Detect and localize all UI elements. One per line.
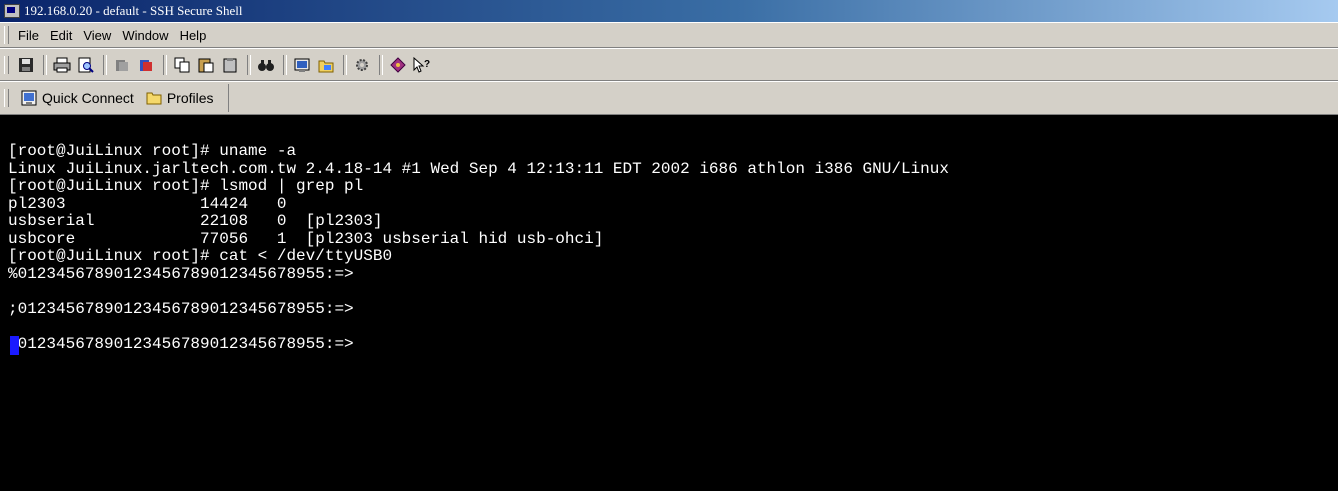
file-transfer-button[interactable] — [315, 54, 337, 76]
terminal-line: usbserial 22108 0 [pl2303] — [8, 212, 383, 230]
context-help-button[interactable]: ? — [411, 54, 433, 76]
terminal-line: ;0123456789012345678901234567895​5:=> — [8, 334, 354, 353]
folder-icon — [146, 92, 162, 105]
settings-icon — [356, 58, 368, 71]
toolbar-separator — [343, 54, 347, 75]
find-button[interactable] — [255, 54, 277, 76]
menu-view[interactable]: View — [80, 26, 119, 45]
disconnect-icon — [116, 59, 128, 71]
menu-bar-grip[interactable] — [4, 26, 9, 44]
connect-button[interactable] — [135, 54, 157, 76]
quickbar-grip[interactable] — [4, 89, 9, 107]
terminal-output[interactable]: [root@JuiLinux root]# uname -a Linux Jui… — [0, 115, 1338, 491]
terminal-line: ;0123456789012345678901234567895​5:=> — [8, 299, 354, 318]
terminal-line: usbcore 77056 1 [pl2303 usbserial hid us… — [8, 229, 604, 248]
toolbar-separator — [379, 54, 383, 75]
menu-file-label: File — [18, 27, 39, 43]
print-preview-button[interactable] — [75, 54, 97, 76]
save-icon — [19, 57, 33, 72]
quick-connect-button[interactable]: Quick Connect — [15, 90, 140, 106]
toolbar: ? — [0, 48, 1338, 81]
menu-edit[interactable]: Edit — [47, 26, 80, 45]
toolbar-grip[interactable] — [4, 55, 9, 74]
terminal-line: [root@JuiLinux root]# cat < /dev/ttyUSB0 — [8, 247, 393, 265]
menu-file[interactable]: File — [15, 26, 47, 45]
menu-bar: File Edit View Window Help — [0, 22, 1338, 48]
terminal-line: pl2303 14424 0 — [8, 194, 287, 213]
print-button[interactable] — [51, 54, 73, 76]
paste-icon — [198, 58, 214, 72]
profiles-label: Profiles — [166, 90, 214, 106]
profiles-button[interactable]: Profiles — [140, 90, 220, 106]
paste-button[interactable] — [195, 54, 217, 76]
menu-window[interactable]: Window — [119, 26, 176, 45]
settings-button[interactable] — [351, 54, 373, 76]
keygen-button[interactable] — [387, 54, 409, 76]
ssh-terminal-icon — [4, 4, 20, 18]
find-icon — [258, 59, 274, 71]
svg-text:?: ? — [424, 59, 430, 70]
print-icon — [53, 57, 71, 72]
toolbar-separator — [283, 54, 287, 75]
toolbar-separator — [163, 54, 167, 75]
new-terminal-button[interactable] — [291, 54, 313, 76]
menu-window-label: Window — [122, 27, 169, 43]
terminal-line: [root@JuiLinux root]# lsmod | grep pl — [8, 177, 364, 195]
ssh-window: 192.168.0.20 - default - SSH Secure Shel… — [0, 0, 1338, 491]
toolbar-separator — [43, 54, 47, 75]
menu-help-label: Help — [179, 27, 207, 43]
menu-help[interactable]: Help — [177, 26, 215, 45]
new-terminal-icon — [294, 58, 310, 72]
window-title: 192.168.0.20 - default - SSH Secure Shel… — [24, 3, 243, 18]
save-button[interactable] — [15, 54, 37, 76]
toolbar-separator — [103, 54, 107, 75]
terminal-line: Linux JuiLinux.jarltech.com.tw 2.4.18-14… — [8, 159, 949, 178]
terminal-line: %0123456789012345678901234567895​5:=> — [8, 264, 354, 283]
paste-clipboard-button[interactable] — [219, 54, 241, 76]
file-transfer-icon — [318, 60, 334, 72]
terminal-cursor — [10, 336, 19, 355]
menu-view-label: View — [83, 27, 112, 43]
terminal-line: [root@JuiLinux root]# uname -a — [8, 142, 297, 160]
toolbar-separator — [247, 54, 251, 75]
print-preview-icon — [78, 57, 94, 73]
connect-icon — [140, 59, 152, 71]
quick-connect-bar: Quick Connect Profiles — [0, 81, 1338, 115]
quick-connect-icon — [21, 90, 37, 106]
quick-connect-label: Quick Connect — [42, 90, 134, 106]
title-bar[interactable]: 192.168.0.20 - default - SSH Secure Shel… — [0, 0, 1338, 22]
copy-button[interactable] — [171, 54, 193, 76]
copy-icon — [174, 57, 190, 72]
keygen-icon — [390, 56, 406, 73]
context-help-icon: ? — [413, 56, 430, 73]
paste-clipboard-icon — [223, 57, 237, 72]
menu-edit-label: Edit — [49, 27, 73, 43]
quick-connect-group: Quick Connect Profiles — [15, 84, 229, 112]
disconnect-button[interactable] — [111, 54, 133, 76]
